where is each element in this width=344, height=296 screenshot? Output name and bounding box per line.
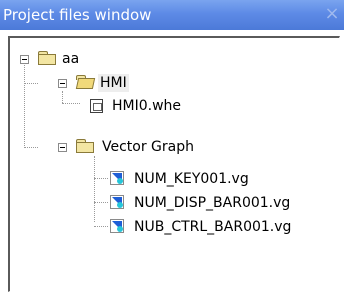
vector-graphic-icon [110,195,124,209]
collapse-toggle-icon[interactable] [20,55,29,64]
project-files-window: Project files window × aa HMI HMI0.whe V… [0,0,344,296]
folder-icon [76,139,94,153]
collapse-toggle-icon[interactable] [58,143,67,152]
tree-node-label: HMI0.whe [112,98,182,114]
tree-node-label: Vector Graph [102,139,195,155]
tree-node-vg-file[interactable]: NUM_KEY001.vg [10,169,330,189]
window-title: Project files window [3,6,152,24]
folder-open-icon [75,75,96,89]
tree-node-label: NUB_CTRL_BAR001.vg [134,219,292,235]
tree-node-label: aa [62,51,80,67]
tree-node-vector-graph[interactable]: Vector Graph [10,137,240,157]
vector-graphic-icon [110,219,124,233]
tree-node-label: HMI [98,74,129,92]
folder-icon [38,51,56,65]
title-bar[interactable]: Project files window × [0,0,344,30]
project-tree-panel[interactable]: aa HMI HMI0.whe Vector Graph NUM_KEY001.… [8,36,340,292]
tree-node-vg-file[interactable]: NUB_CTRL_BAR001.vg [10,217,330,237]
project-tree: aa HMI HMI0.whe Vector Graph NUM_KEY001.… [10,38,339,291]
screen-file-icon [90,99,103,113]
close-icon[interactable]: × [323,4,341,24]
collapse-toggle-icon[interactable] [58,79,67,88]
tree-node-hmi0-whe[interactable]: HMI0.whe [10,96,210,116]
tree-node-hmi[interactable]: HMI [10,73,170,93]
tree-node-label: NUM_KEY001.vg [134,171,249,187]
tree-node-vg-file[interactable]: NUM_DISP_BAR001.vg [10,193,330,213]
tree-node-aa[interactable]: aa [10,49,130,69]
vector-graphic-icon [110,171,124,185]
tree-node-label: NUM_DISP_BAR001.vg [134,195,291,211]
